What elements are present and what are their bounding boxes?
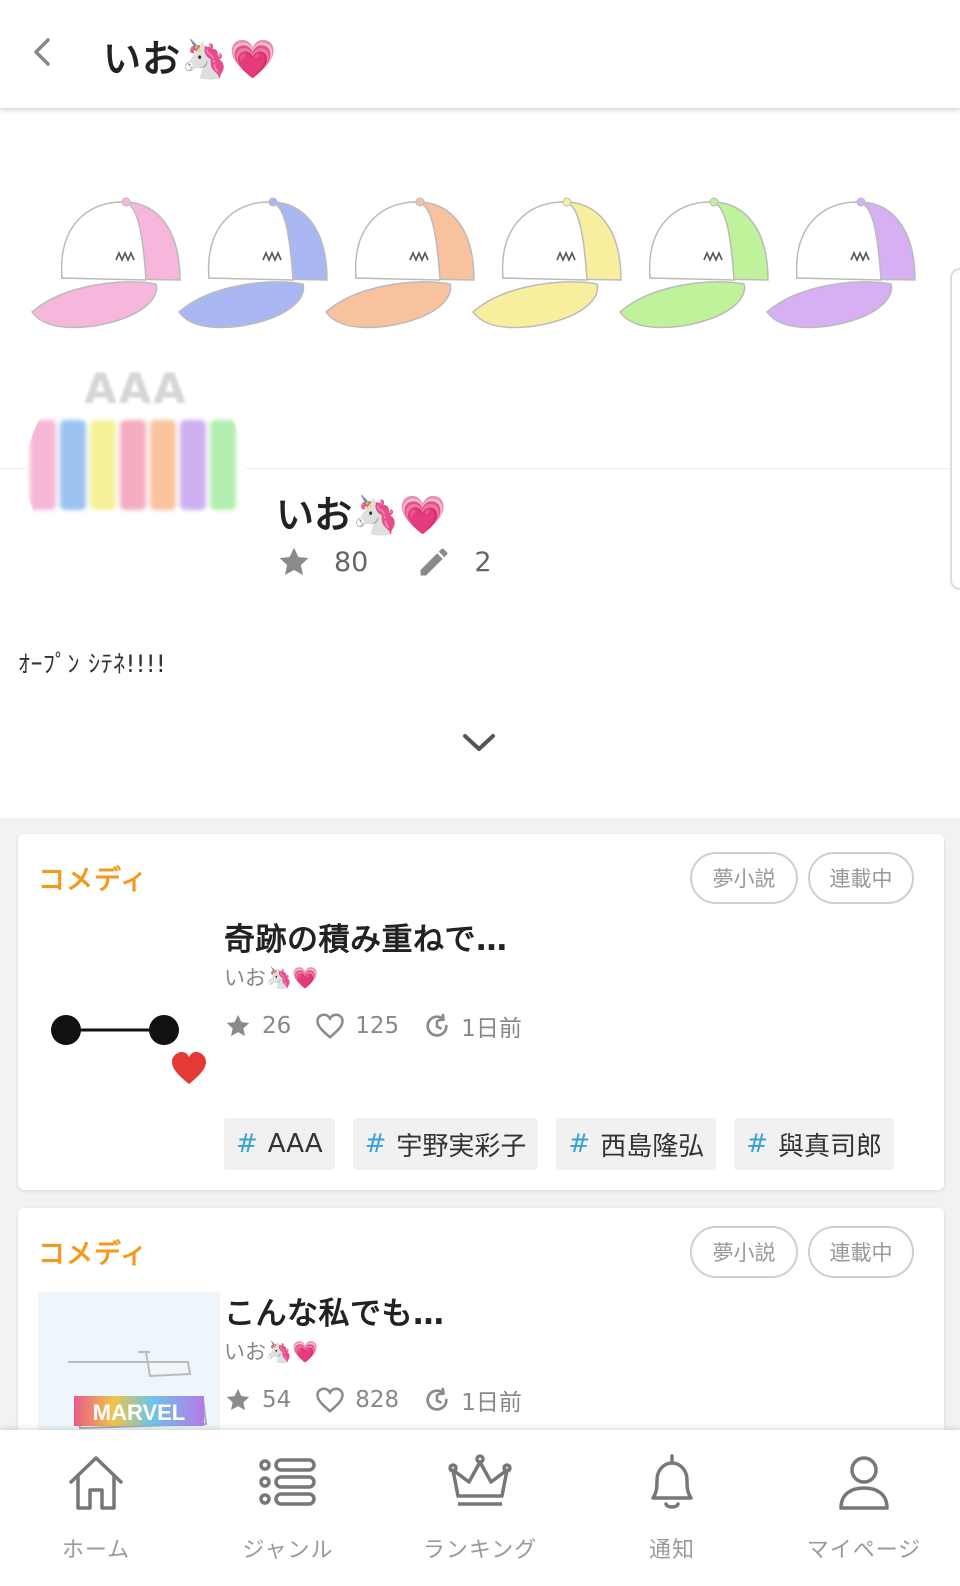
tag-label: 宇野実彩子: [396, 1131, 527, 1162]
star-icon: [226, 1388, 250, 1411]
story-genre: コメディ: [38, 865, 149, 896]
star-icon: [279, 547, 309, 576]
story-author[interactable]: いお🦄💗: [224, 1336, 318, 1366]
avatar-bottles-image: [30, 420, 236, 510]
crown-icon: [448, 1454, 512, 1506]
avatar[interactable]: AAA: [26, 362, 246, 582]
tag-label: AAA: [267, 1129, 323, 1159]
bottle-shape: [210, 420, 236, 510]
badge-dream-novel: 夢小説: [690, 1226, 798, 1278]
bottle-shape: [90, 420, 116, 510]
home-icon: [69, 1456, 123, 1510]
back-button[interactable]: [24, 30, 64, 74]
story-updated: 1日前: [461, 1016, 522, 1042]
cap-drawing: [765, 197, 916, 329]
update-clock-icon: [426, 1387, 448, 1411]
scrollbar-handle[interactable]: [950, 268, 960, 590]
thumbnail-logo-text: MARVEL: [93, 1400, 186, 1425]
tag-chip[interactable]: # 西島隆弘: [556, 1118, 717, 1170]
hash-icon: #: [568, 1129, 591, 1159]
cap-drawing: [324, 197, 475, 329]
badge-serializing: 連載中: [808, 852, 914, 904]
tag-chip[interactable]: # 宇野実彩子: [352, 1118, 539, 1170]
heart-outline-icon: [316, 1013, 345, 1039]
caps-illustration: [30, 197, 916, 329]
bell-icon: [651, 1454, 693, 1509]
story-star-count: 54: [262, 1387, 292, 1413]
star-icon: [226, 1014, 250, 1037]
nav-label: 通知: [648, 1538, 695, 1563]
heart-outline-icon: [316, 1387, 345, 1413]
profile-star-count: 80: [334, 546, 369, 578]
story-star-count: 26: [262, 1013, 292, 1039]
tag-chip[interactable]: # AAA: [224, 1118, 335, 1170]
nav-notifications[interactable]: 通知: [576, 1430, 768, 1586]
story-card[interactable]: コメディ 夢小説 連載中 奇跡の積み重ねで… いお🦄💗 26 125 1日前 #…: [18, 834, 944, 1190]
update-clock-icon: [426, 1013, 448, 1037]
story-like-count: 125: [355, 1013, 400, 1039]
hash-icon: #: [364, 1129, 387, 1159]
badge-serializing: 連載中: [808, 1226, 914, 1278]
hash-icon: #: [746, 1129, 769, 1159]
nav-ranking[interactable]: ランキング: [384, 1430, 576, 1586]
cap-drawing: [177, 197, 328, 329]
story-title[interactable]: こんな私でも…: [224, 1288, 445, 1333]
profile-bio: ｵｰﾌﾟﾝ ｼﾃﾈ!!!!: [18, 650, 167, 678]
nav-mypage[interactable]: マイページ: [768, 1430, 960, 1586]
story-tags: # AAA # 宇野実彩子 # 西島隆弘 # 與真司郎: [224, 1118, 895, 1170]
bottle-shape: [30, 420, 56, 510]
bottom-navigation: ホーム ジャンル ランキング 通知 マイページ: [0, 1430, 960, 1586]
story-thumbnail-image: [51, 1015, 206, 1084]
profile-name: いお🦄💗: [276, 493, 447, 537]
story-author[interactable]: いお🦄💗: [224, 962, 318, 992]
story-updated: 1日前: [461, 1390, 522, 1416]
story-thumbnail: [38, 918, 220, 1108]
tag-label: 西島隆弘: [600, 1131, 705, 1162]
story-meta: 26 125 1日前: [224, 1006, 546, 1046]
chevron-left-icon: [34, 38, 50, 66]
nav-label: マイページ: [806, 1538, 922, 1563]
badge-dream-novel: 夢小説: [690, 852, 798, 904]
bottle-shape: [60, 420, 86, 510]
page-title: いお🦄💗: [103, 37, 278, 81]
nav-label: ジャンル: [242, 1538, 334, 1563]
chevron-down-icon: [463, 734, 495, 751]
profile-stats: 80 2: [276, 540, 492, 584]
top-bar: いお🦄💗: [0, 0, 960, 108]
person-icon: [839, 1456, 889, 1510]
profile-screen: いお🦄💗 AAA いお🦄💗 80 2 ｵｰﾌﾟﾝ ｼﾃﾈ!!!! コメディ 夢小…: [0, 0, 960, 1586]
nav-label: ランキング: [422, 1538, 538, 1563]
bottle-shape: [150, 420, 176, 510]
hash-icon: #: [236, 1129, 258, 1159]
pencil-icon: [420, 548, 448, 576]
profile-works-count: 2: [474, 546, 492, 578]
list-icon: [259, 1458, 316, 1506]
cap-drawing: [618, 197, 769, 329]
story-meta: 54 828 1日前: [224, 1380, 546, 1420]
nav-home[interactable]: ホーム: [0, 1430, 192, 1586]
bottle-shape: [120, 420, 146, 510]
nav-genre[interactable]: ジャンル: [192, 1430, 384, 1586]
expand-bio-button[interactable]: [456, 728, 502, 758]
cap-drawing: [30, 197, 181, 329]
story-like-count: 828: [355, 1387, 400, 1413]
tag-chip[interactable]: # 與真司郎: [734, 1118, 895, 1170]
story-title[interactable]: 奇跡の積み重ねで…: [224, 914, 508, 959]
cap-drawing: [471, 197, 622, 329]
tag-label: 與真司郎: [778, 1131, 883, 1162]
bottle-shape: [180, 420, 206, 510]
nav-label: ホーム: [61, 1538, 131, 1563]
story-genre: コメディ: [38, 1239, 149, 1270]
